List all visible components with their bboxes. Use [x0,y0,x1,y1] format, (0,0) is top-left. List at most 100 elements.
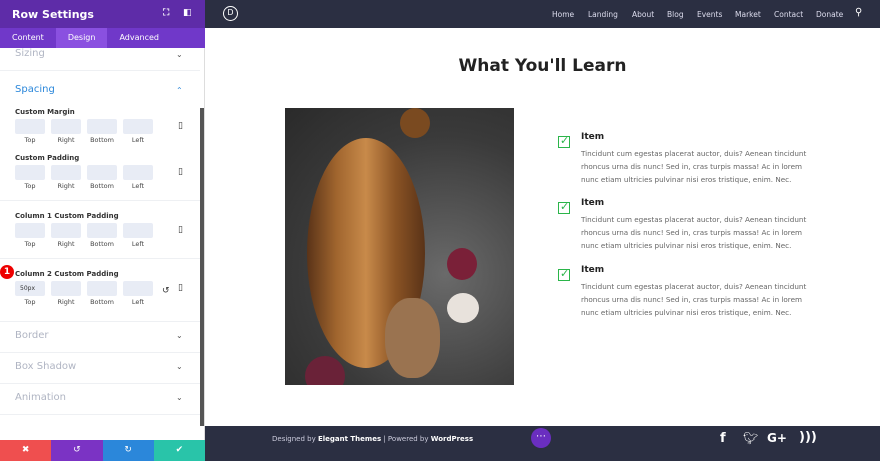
divider [0,70,200,71]
padding-input-right[interactable] [51,165,81,180]
twitter-icon[interactable]: 🐦︎ [743,431,758,445]
side-label: Left [131,136,145,144]
divider [0,383,200,384]
padding-input-top[interactable] [15,165,45,180]
nav-market[interactable]: Market [735,10,761,19]
checkbox-icon: ✓ [558,134,570,148]
settings-panel: Row Settings ⛶ ◧ Content Design Advanced… [0,0,205,461]
side-label: Right [57,182,75,190]
checkbox-icon: ✓ [558,200,570,214]
item-description: Tincidunt cum egestas placerat auctor, d… [581,149,807,184]
side-label: Right [57,298,75,306]
padding-input-right[interactable] [51,281,81,296]
padding-input-top[interactable] [15,119,45,134]
chevron-down-icon[interactable]: ⌄ [176,362,183,371]
side-label: Bottom [90,240,114,248]
padding-input-bottom[interactable] [87,119,117,134]
expand-icon[interactable]: ⛶ [163,8,169,18]
padding-input-top[interactable]: 50px [15,281,45,296]
panel-header: Row Settings ⛶ ◧ [0,0,205,28]
padding-input-bottom[interactable] [87,223,117,238]
section-animation[interactable]: Animation [15,392,66,403]
divider [0,414,200,415]
undo-button[interactable]: ↺ [51,440,103,461]
padding-input-top[interactable] [15,223,45,238]
tab-design[interactable]: Design [55,28,108,48]
group-label: Column 2 Custom Padding [15,270,119,278]
sidebar-toggle-icon[interactable]: ◧ [183,8,192,18]
tab-advanced[interactable]: Advanced [107,28,171,48]
side-label: Left [131,182,145,190]
padding-input-left[interactable] [123,119,153,134]
item-title: Item [581,132,605,142]
panel-tabs: Content Design Advanced [0,28,205,48]
section-sizing[interactable]: Sizing [15,48,45,59]
side-label: Left [131,240,145,248]
tab-content[interactable]: Content [0,28,56,48]
panel-title: Row Settings [12,8,94,21]
nav-donate[interactable]: Donate [816,10,843,19]
wordpress-link[interactable]: WordPress [431,435,473,443]
group-label: Custom Padding [15,154,80,162]
padding-input-bottom[interactable] [87,165,117,180]
item-title: Item [581,198,605,208]
nav-events[interactable]: Events [697,10,722,19]
google-plus-icon[interactable]: G+ [767,431,787,445]
more-options-button[interactable]: ⋯ [531,428,551,448]
chevron-down-icon[interactable]: ⌄ [176,393,183,402]
site-footer: Designed by Elegant Themes | Powered by … [205,426,880,461]
item-description: Tincidunt cum egestas placerat auctor, d… [581,282,807,317]
nav-home[interactable]: Home [552,10,574,19]
nav-blog[interactable]: Blog [667,10,684,19]
side-label: Top [24,298,36,306]
responsive-phone-icon[interactable]: ▯ [178,283,183,293]
page-title: What You'll Learn [458,56,627,76]
cutting-board-image [285,108,514,385]
responsive-phone-icon[interactable]: ▯ [178,121,183,131]
section-border[interactable]: Border [15,330,49,341]
site-header: D Home Landing About Blog Events Market Contac… [205,0,880,28]
search-icon[interactable]: ⚲ [855,7,862,18]
side-label: Top [24,136,36,144]
padding-input-left[interactable] [123,281,153,296]
nav-contact[interactable]: Contact [774,10,803,19]
item-description: Tincidunt cum egestas placerat auctor, d… [581,215,807,250]
padding-input-right[interactable] [51,119,81,134]
item-title: Item [581,265,605,275]
group-label: Column 1 Custom Padding [15,212,119,220]
site-logo[interactable]: D [223,6,238,21]
padding-input-right[interactable] [51,223,81,238]
divider [0,200,200,201]
rss-icon[interactable]: ))) [799,430,817,445]
side-label: Bottom [90,136,114,144]
padding-input-left[interactable] [123,223,153,238]
close-button[interactable]: ✖ [0,440,52,461]
step-badge: 1 [0,265,14,279]
padding-input-bottom[interactable] [87,281,117,296]
side-label: Right [57,240,75,248]
section-spacing[interactable]: Spacing [15,84,55,95]
checkbox-icon: ✓ [558,267,570,281]
chevron-down-icon[interactable]: ⌄ [176,331,183,340]
side-label: Bottom [90,298,114,306]
redo-button[interactable]: ↻ [102,440,154,461]
responsive-phone-icon[interactable]: ▯ [178,225,183,235]
divider [0,321,200,322]
elegant-themes-link[interactable]: Elegant Themes [318,435,381,443]
side-label: Bottom [90,182,114,190]
divider [0,352,200,353]
chevron-down-icon[interactable]: ⌄ [176,50,183,59]
credit-text: | Powered by [381,435,431,443]
footer-credits: Designed by Elegant Themes | Powered by … [272,435,473,443]
padding-input-left[interactable] [123,165,153,180]
group-label: Custom Margin [15,108,75,116]
save-button[interactable]: ✔ [153,440,205,461]
scrollbar[interactable] [200,108,204,426]
nav-about[interactable]: About [632,10,654,19]
nav-landing[interactable]: Landing [588,10,618,19]
chevron-up-icon[interactable]: ⌃ [176,86,183,95]
facebook-icon[interactable]: f [720,431,726,446]
section-box-shadow[interactable]: Box Shadow [15,361,76,372]
responsive-phone-icon[interactable]: ▯ [178,167,183,177]
reset-icon[interactable]: ↺ [162,286,170,296]
